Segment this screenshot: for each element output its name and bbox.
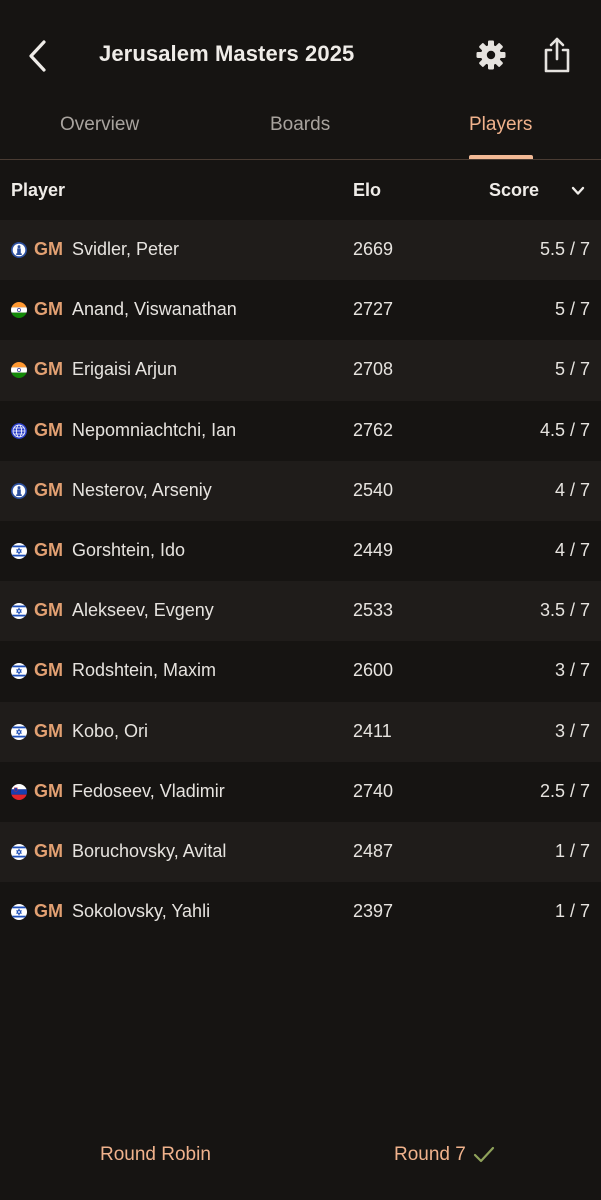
table-header: Player Elo Score: [0, 160, 601, 220]
player-title-badge: GM: [34, 840, 63, 861]
israel-flag-icon: [11, 663, 27, 680]
player-score: 4.5 / 7: [539, 419, 590, 440]
settings-button[interactable]: [474, 38, 508, 72]
player-score: 3 / 7: [554, 660, 590, 681]
player-elo: 2727: [353, 299, 394, 320]
player-title-badge: GM: [34, 600, 63, 621]
player-elo: 2669: [353, 239, 394, 259]
top-bar: Jerusalem Masters 2025: [0, 0, 601, 110]
player-elo: 2411: [353, 720, 392, 741]
player-elo: 2449: [353, 539, 394, 560]
player-elo: 2708: [353, 359, 394, 380]
player-name: Nepomniachtchi, Ian: [72, 419, 237, 440]
tournament-format-button[interactable]: Round Robin: [100, 1144, 211, 1166]
player-score: 5.5 / 7: [539, 239, 590, 259]
gear-icon: [476, 40, 506, 70]
slovenia-flag-icon: [11, 783, 27, 800]
player-title-badge: GM: [34, 720, 63, 741]
player-elo: 2487: [353, 840, 394, 861]
player-name: Rodshtein, Maxim: [72, 660, 217, 681]
checkmark-icon: [473, 1146, 495, 1163]
player-name: Kobo, Ori: [72, 720, 149, 741]
player-score: 5 / 7: [554, 299, 590, 320]
app-root: Jerusalem Masters 2025 Overview Boards P…: [0, 0, 601, 1200]
player-name: Erigaisi Arjun: [72, 359, 178, 380]
player-name: Gorshtein, Ido: [72, 539, 186, 560]
israel-flag-icon: [11, 603, 27, 620]
player-score: 3 / 7: [554, 720, 590, 741]
player-title-badge: GM: [34, 539, 63, 560]
globe-flag-icon: [11, 422, 27, 439]
player-score: 5 / 7: [554, 359, 590, 380]
player-score: 3.5 / 7: [539, 600, 590, 621]
table-row[interactable]: GM Nesterov, Arseniy 2540 4 / 7: [0, 460, 601, 521]
chevron-left-icon: [29, 40, 46, 72]
table-row[interactable]: GM Nepomniachtchi, Ian 2762 4.5 / 7: [0, 400, 601, 461]
player-title-badge: GM: [34, 299, 63, 320]
israel-flag-icon: [11, 843, 27, 860]
israel-flag-icon: [11, 723, 27, 740]
player-score: 4 / 7: [554, 479, 590, 500]
player-name: Svidler, Peter: [72, 239, 180, 259]
table-row[interactable]: GM Anand, Viswanathan 2727 5 / 7: [0, 280, 601, 341]
player-title-badge: GM: [34, 780, 63, 801]
player-name: Boruchovsky, Avital: [72, 840, 227, 861]
player-name: Fedoseev, Vladimir: [72, 780, 225, 801]
table-row[interactable]: GM Fedoseev, Vladimir 2740 2.5 / 7: [0, 761, 601, 822]
table-row[interactable]: GM Svidler, Peter 2669 5.5 / 7: [0, 220, 601, 281]
table-row[interactable]: GM Gorshtein, Ido 2449 4 / 7: [0, 520, 601, 582]
bottom-bar: Round Robin Round 7: [0, 1130, 601, 1180]
table-row[interactable]: GM Alekseev, Evgeny 2533 3.5 / 7: [0, 581, 601, 642]
player-score: 2.5 / 7: [539, 780, 590, 801]
table-row[interactable]: GM Kobo, Ori 2411 3 / 7: [0, 701, 601, 762]
share-button[interactable]: [541, 36, 573, 74]
active-tab-indicator: [469, 155, 533, 159]
player-title-badge: GM: [34, 419, 63, 440]
back-button[interactable]: [22, 36, 56, 76]
india-flag-icon: [11, 302, 27, 319]
round-selector-button[interactable]: Round 7: [394, 1144, 466, 1166]
table-row[interactable]: GM Boruchovsky, Avital 2487 1 / 7: [0, 821, 601, 883]
israel-flag-icon: [11, 542, 27, 559]
fide-flag-icon: [11, 242, 27, 258]
tab-players[interactable]: Players: [469, 114, 532, 136]
column-header-player[interactable]: Player: [11, 180, 65, 201]
sort-dropdown-button[interactable]: [570, 184, 586, 198]
table-row[interactable]: GM Rodshtein, Maxim 2600 3 / 7: [0, 641, 601, 702]
tab-boards[interactable]: Boards: [270, 114, 330, 136]
tab-overview[interactable]: Overview: [60, 114, 139, 136]
player-score: 1 / 7: [554, 901, 590, 922]
player-name: Nesterov, Arseniy: [72, 479, 212, 500]
player-elo: 2600: [353, 660, 394, 681]
player-elo: 2740: [353, 780, 394, 801]
column-header-elo[interactable]: Elo: [353, 180, 381, 201]
table-row[interactable]: GM Sokolovsky, Yahli 2397 1 / 7: [0, 882, 601, 943]
player-elo: 2762: [353, 419, 394, 440]
player-title-badge: GM: [34, 901, 63, 922]
player-name: Anand, Viswanathan: [72, 299, 237, 320]
player-score: 4 / 7: [554, 539, 590, 560]
page-title: Jerusalem Masters 2025: [99, 41, 355, 66]
fide-flag-icon: [11, 482, 27, 499]
player-elo: 2540: [353, 479, 394, 500]
india-flag-icon: [11, 362, 27, 379]
players-table: GM Svidler, Peter 2669 5.5 / 7 GM Anand, Visw…: [0, 220, 601, 943]
player-title-badge: GM: [34, 239, 63, 259]
player-title-badge: GM: [34, 359, 63, 380]
israel-flag-icon: [11, 904, 27, 921]
player-elo: 2533: [353, 600, 394, 621]
player-title-badge: GM: [34, 479, 63, 500]
player-name: Alekseev, Evgeny: [72, 600, 214, 621]
player-name: Sokolovsky, Yahli: [72, 901, 211, 922]
tab-bar: Overview Boards Players: [0, 100, 601, 160]
share-icon: [544, 37, 570, 73]
player-score: 1 / 7: [554, 840, 590, 861]
table-row[interactable]: GM Erigaisi Arjun 2708 5 / 7: [0, 340, 601, 401]
chevron-down-icon: [571, 186, 585, 195]
player-elo: 2397: [353, 901, 394, 922]
column-header-score[interactable]: Score: [489, 180, 539, 201]
player-title-badge: GM: [34, 660, 63, 681]
